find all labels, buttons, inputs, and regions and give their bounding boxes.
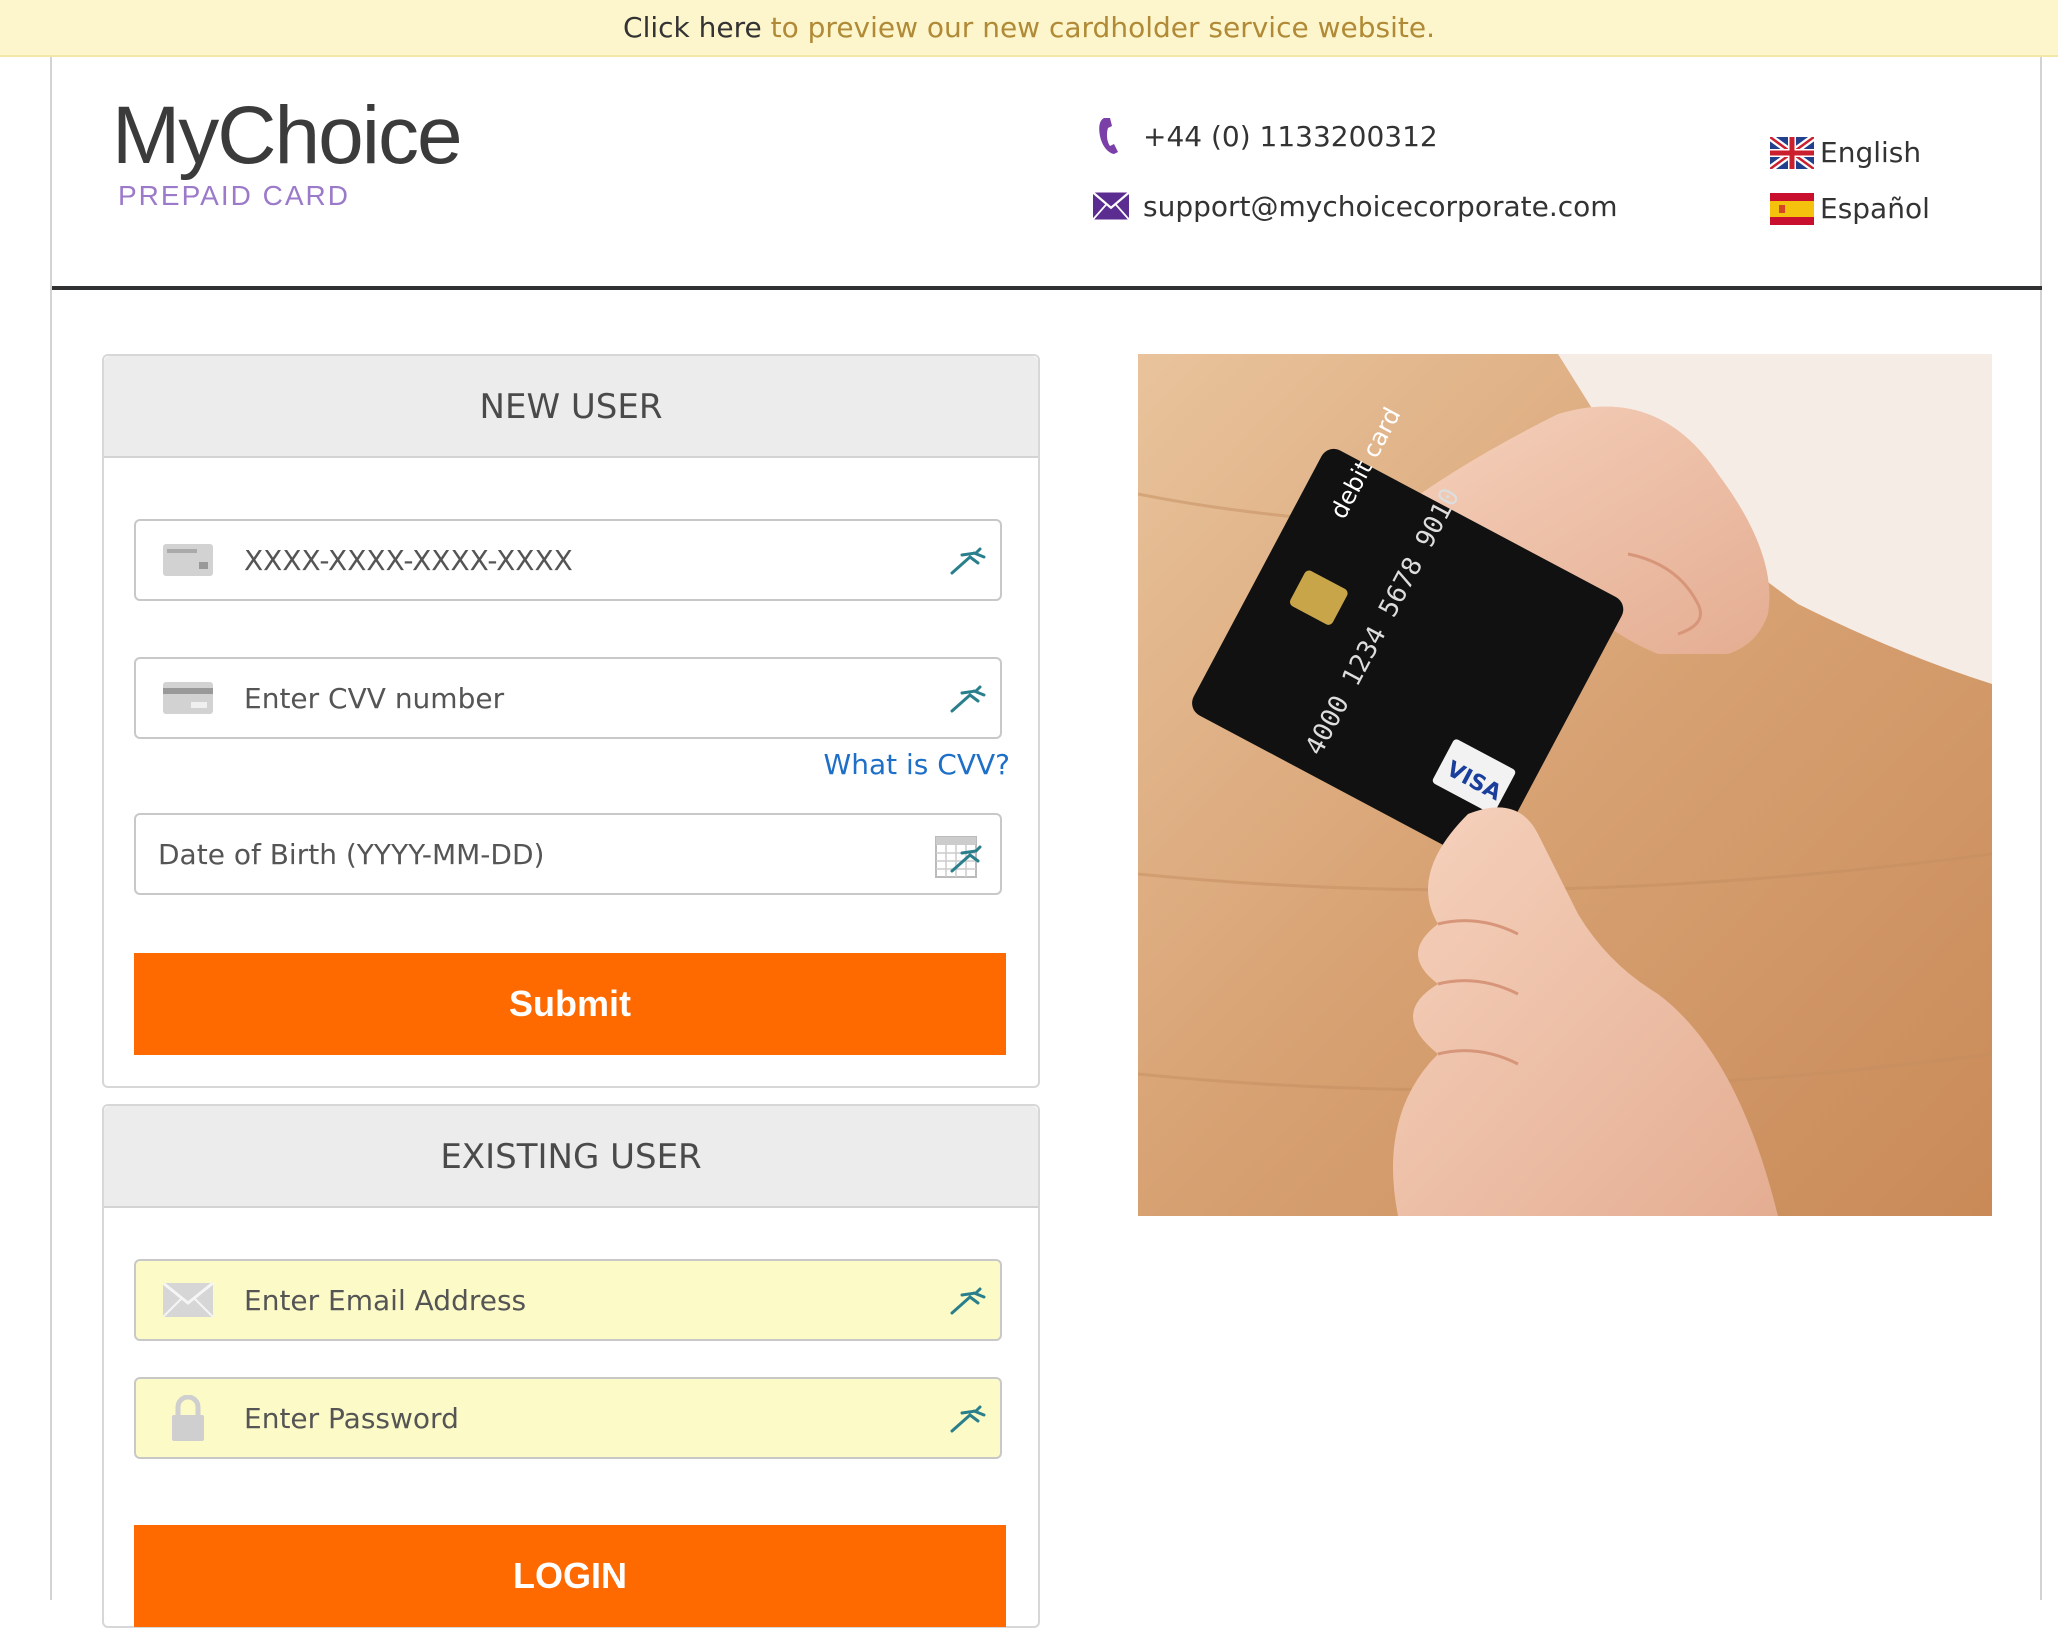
preview-link[interactable]: Click here (623, 11, 762, 44)
card-back-icon (162, 680, 214, 716)
cvv-placeholder: Enter CVV number (244, 681, 505, 715)
existing-user-panel: EXISTING USER Enter Email Address Enter … (102, 1104, 1040, 1628)
password-field[interactable]: Enter Password (134, 1377, 1002, 1459)
spain-flag-icon (1770, 192, 1814, 225)
password-placeholder: Enter Password (244, 1401, 459, 1435)
email-field[interactable]: Enter Email Address (134, 1259, 1002, 1341)
new-user-heading: NEW USER (104, 356, 1038, 458)
uk-flag-icon (1770, 136, 1814, 169)
cvv-field[interactable]: Enter CVV number (134, 657, 1002, 739)
language-spanish[interactable]: Español (1770, 192, 1930, 225)
language-spanish-label: Español (1820, 192, 1930, 225)
banner-text: to preview our new cardholder service we… (761, 11, 1435, 44)
email-placeholder: Enter Email Address (244, 1283, 527, 1317)
autofill-pin-icon[interactable] (948, 1403, 988, 1435)
phone-number[interactable]: +44 (0) 1133200312 (1143, 120, 1438, 153)
date-of-birth-field[interactable]: Date of Birth (YYYY-MM-DD) (134, 813, 1002, 895)
header-divider (52, 286, 2042, 290)
language-english[interactable]: English (1770, 136, 1921, 169)
phone-icon (1093, 118, 1129, 154)
submit-button[interactable]: Submit (134, 953, 1006, 1055)
autofill-pin-icon[interactable] (948, 1285, 988, 1317)
hero-photo: debit card 4000 1234 5678 9010 VISA (1138, 354, 1992, 1216)
card-number-field[interactable]: XXXX-XXXX-XXXX-XXXX (134, 519, 1002, 601)
dob-placeholder: Date of Birth (YYYY-MM-DD) (158, 837, 545, 871)
brand-logo-subtitle: PREPAID CARD (118, 180, 350, 211)
language-english-label: English (1820, 136, 1922, 169)
login-button[interactable]: LOGIN (134, 1525, 1006, 1627)
credit-card-icon (162, 542, 214, 578)
what-is-cvv-link[interactable]: What is CVV? (824, 748, 1010, 781)
card-number-placeholder: XXXX-XXXX-XXXX-XXXX (244, 543, 573, 577)
new-user-panel: NEW USER XXXX-XXXX-XXXX-XXXX Enter CVV n… (102, 354, 1040, 1088)
autofill-pin-icon[interactable] (948, 545, 988, 577)
brand-logo[interactable]: MyChoice (112, 86, 463, 186)
contact-phone: +44 (0) 1133200312 (1093, 118, 1438, 154)
calendar-icon[interactable] (934, 831, 982, 881)
mail-icon (1093, 188, 1129, 224)
contact-email: support@mychoicecorporate.com (1093, 188, 1618, 224)
email-address[interactable]: support@mychoicecorporate.com (1143, 190, 1618, 223)
preview-banner: Click here to preview our new cardholder… (0, 0, 2058, 57)
hands-with-card-illustration: debit card 4000 1234 5678 9010 VISA (1138, 354, 1992, 1216)
envelope-icon (162, 1282, 214, 1318)
autofill-pin-icon[interactable] (948, 683, 988, 715)
existing-user-heading: EXISTING USER (104, 1106, 1038, 1208)
lock-icon (162, 1395, 214, 1441)
